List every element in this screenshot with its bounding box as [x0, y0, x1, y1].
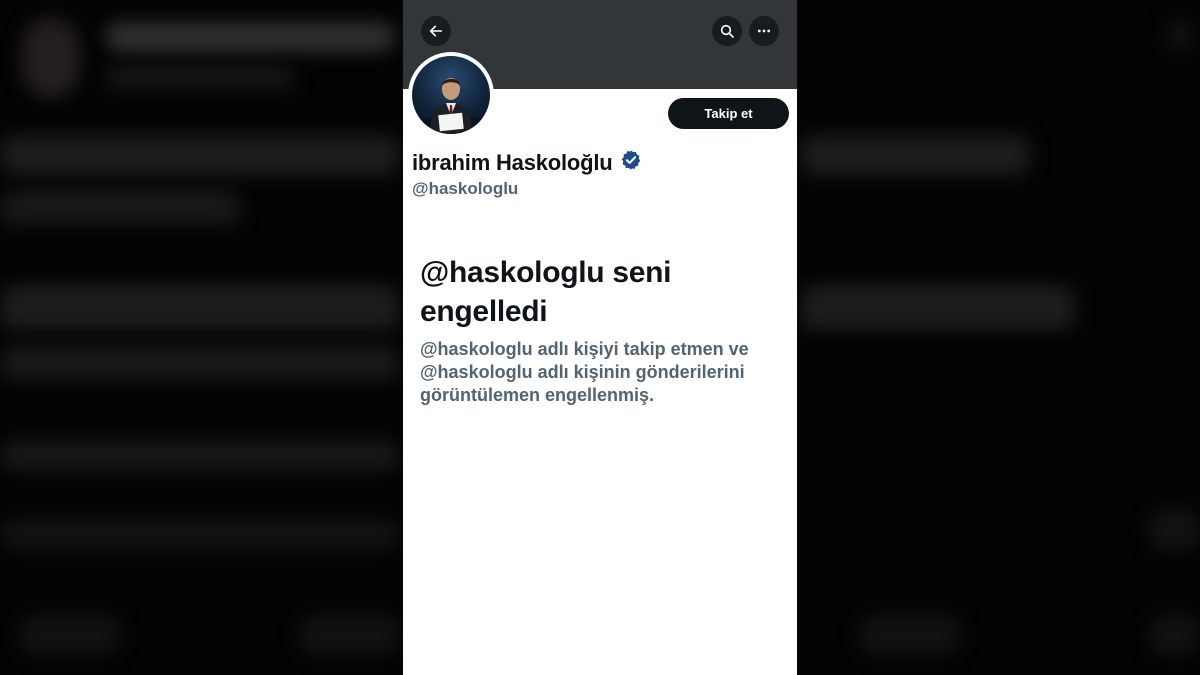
blocked-description: @haskologlu adlı kişiyi takip etmen ve @… [420, 339, 749, 405]
more-options-button[interactable] [749, 16, 779, 46]
verified-badge-icon [620, 149, 642, 176]
profile-name-row: ibrahim Haskoloğlu [412, 149, 642, 176]
more-icon [756, 23, 772, 39]
search-button[interactable] [712, 16, 742, 46]
back-arrow-icon [428, 23, 444, 39]
profile-screen: Takip et ibrahim Haskoloğlu @haskologlu … [403, 0, 797, 675]
search-icon [719, 23, 735, 39]
back-button[interactable] [421, 16, 451, 46]
avatar[interactable] [408, 52, 494, 138]
avatar-image [412, 56, 490, 134]
profile-handle: @haskologlu [412, 179, 519, 198]
blocked-title: @haskologlu seni engelledi [420, 256, 672, 328]
display-name: ibrahim Haskoloğlu [412, 149, 613, 175]
follow-button[interactable]: Takip et [668, 98, 789, 129]
